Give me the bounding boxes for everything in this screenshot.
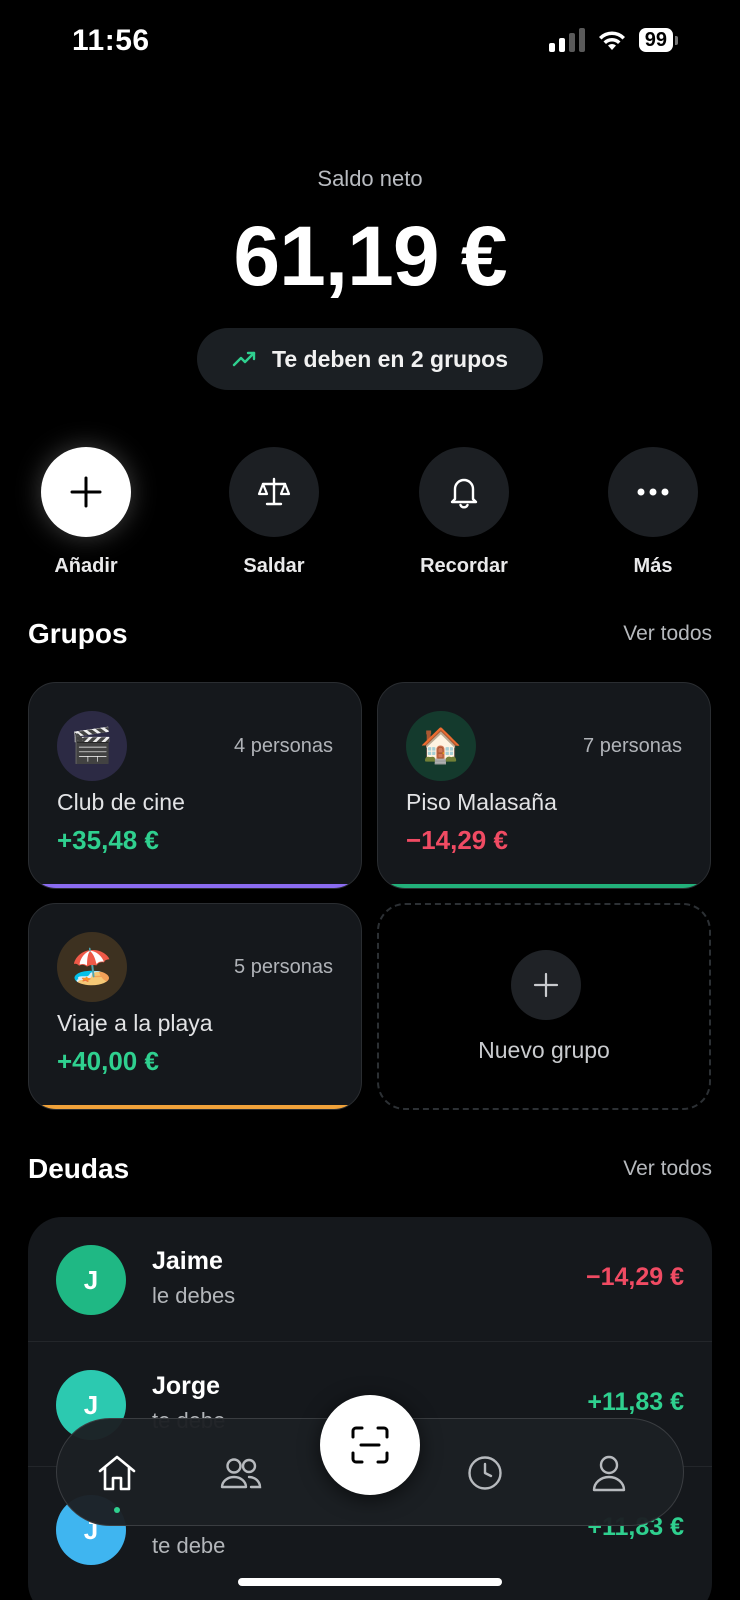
new-group-label: Nuevo grupo <box>478 1037 610 1063</box>
debt-row[interactable]: J Jaime le debes −14,29 € <box>28 1217 712 1342</box>
debt-person-name: Jaime <box>152 1247 223 1275</box>
avatar: J <box>56 1245 126 1315</box>
battery-icon: 99 <box>638 28 678 52</box>
group-accent-bar <box>29 884 361 888</box>
groups-title: Grupos <box>28 618 128 649</box>
debts-title: Deudas <box>28 1153 130 1184</box>
group-people-count: 4 personas <box>234 735 333 757</box>
group-card-piso-malasana[interactable]: 🏠 7 personas Piso Malasaña −14,29 € <box>377 682 711 889</box>
group-accent-bar <box>378 884 710 888</box>
group-name: Club de cine <box>57 789 185 815</box>
debts-see-all-link[interactable]: Ver todos <box>623 1157 712 1181</box>
settle-button[interactable]: Saldar <box>204 447 344 578</box>
tab-activity[interactable] <box>445 1419 525 1527</box>
debt-direction: te debe <box>152 1533 226 1558</box>
groups-see-all-link[interactable]: Ver todos <box>623 622 712 646</box>
battery-level: 99 <box>638 28 673 52</box>
people-icon <box>220 1458 262 1489</box>
scan-icon <box>351 1426 389 1464</box>
more-button[interactable]: Más <box>583 447 723 578</box>
remind-button[interactable]: Recordar <box>394 447 534 578</box>
group-people-count: 7 personas <box>583 735 682 757</box>
debt-direction: le debes <box>152 1283 236 1308</box>
tab-friends[interactable] <box>201 1419 281 1527</box>
plus-icon <box>70 476 102 508</box>
group-name: Piso Malasaña <box>406 789 557 815</box>
tab-home[interactable] <box>77 1419 157 1527</box>
beach-umbrella-icon: 🏖️ <box>57 932 127 1002</box>
house-icon: 🏠 <box>406 711 476 781</box>
debt-amount: −14,29 € <box>585 1263 684 1291</box>
home-indicator <box>238 1578 502 1586</box>
more-button-label: Más <box>633 555 673 577</box>
scale-icon <box>257 477 291 506</box>
group-balance: −14,29 € <box>406 825 508 855</box>
new-group-plus-icon <box>511 950 581 1020</box>
net-balance-amount: 61,19 € <box>233 209 507 303</box>
debt-amount: +11,83 € <box>587 1388 684 1416</box>
wifi-icon <box>598 31 625 50</box>
group-card-viaje-a-la-playa[interactable]: 🏖️ 5 personas Viaje a la playa +40,00 € <box>28 903 362 1110</box>
settle-button-label: Saldar <box>243 555 305 577</box>
active-tab-dot <box>114 1507 120 1513</box>
group-accent-bar <box>29 1105 361 1109</box>
person-icon <box>592 1455 626 1492</box>
trending-up-icon <box>232 351 256 367</box>
home-icon <box>98 1455 136 1491</box>
status-time: 11:56 <box>72 24 150 57</box>
group-balance: +40,00 € <box>57 1046 159 1076</box>
bell-icon <box>450 478 478 509</box>
add-button-label: Añadir <box>54 555 118 577</box>
scan-receipt-button[interactable] <box>320 1395 420 1495</box>
balance-label: Saldo neto <box>317 166 423 191</box>
debt-person-name: Jorge <box>152 1372 221 1400</box>
owed-summary-text: Te deben en 2 grupos <box>272 345 508 372</box>
status-icons: 99 <box>548 28 678 52</box>
remind-button-label: Recordar <box>420 555 508 577</box>
group-balance: +35,48 € <box>57 825 159 855</box>
cellular-signal-icon <box>548 28 585 52</box>
group-name: Viaje a la playa <box>57 1010 213 1036</box>
more-icon <box>637 488 669 496</box>
clapperboard-icon: 🎬 <box>57 711 127 781</box>
tab-profile[interactable] <box>569 1419 649 1527</box>
group-people-count: 5 personas <box>234 956 333 978</box>
new-group-button[interactable]: Nuevo grupo <box>377 903 711 1110</box>
owed-summary-pill[interactable]: Te deben en 2 grupos <box>197 328 543 390</box>
status-bar: 11:56 99 <box>0 0 740 84</box>
add-button[interactable]: Añadir <box>16 447 156 578</box>
group-card-club-de-cine[interactable]: 🎬 4 personas Club de cine +35,48 € <box>28 682 362 889</box>
plus-icon <box>533 972 559 998</box>
clock-icon <box>468 1456 502 1490</box>
